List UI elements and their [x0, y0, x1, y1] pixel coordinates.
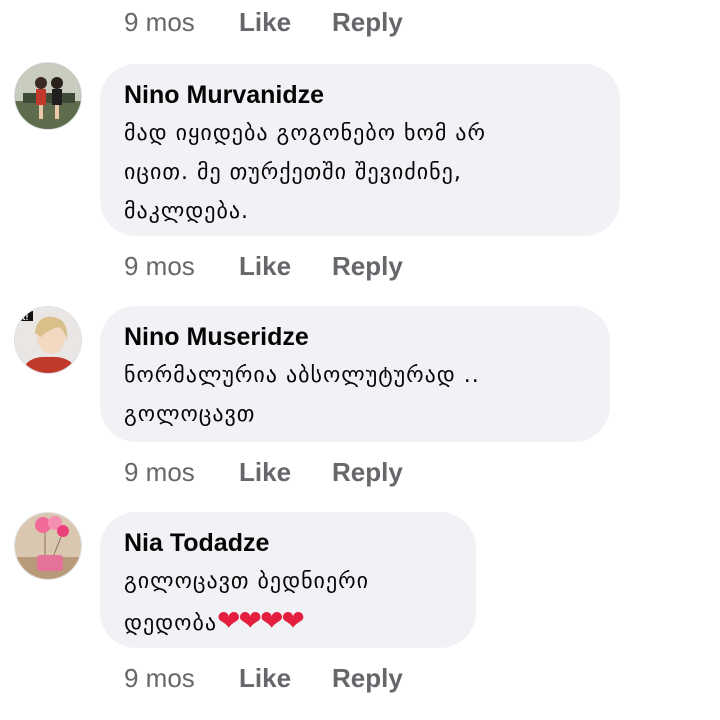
avatar[interactable]	[14, 62, 82, 130]
comment-bubble: Nia Todadze გილოცავთ ბედნიერი დედობა❤❤❤❤	[100, 512, 476, 648]
svg-text:K!: K!	[19, 312, 29, 322]
comment-bubble: Nino Museridze ნორმალურია აბსოლუტურად ..…	[100, 306, 610, 442]
reply-button[interactable]: Reply	[332, 663, 403, 694]
timestamp: 9 mos	[124, 6, 195, 37]
comment-author[interactable]: Nino Murvanidze	[124, 80, 596, 110]
avatar-photo-icon	[15, 63, 81, 129]
reply-button[interactable]: Reply	[332, 7, 403, 38]
comment-actions: 9 mos Like Reply	[124, 658, 403, 698]
timestamp: 9 mos	[124, 456, 195, 487]
comment-actions: 9 mos Like Reply	[124, 452, 403, 492]
avatar-photo-icon	[15, 513, 81, 579]
comment-actions: 9 mos Like Reply	[124, 246, 403, 286]
reply-button[interactable]: Reply	[332, 457, 403, 488]
comment-bubble: Nino Murvanidze მად იყიდება გოგონებო ხომ…	[100, 64, 620, 236]
avatar[interactable]	[14, 512, 82, 580]
comment-text: მად იყიდება გოგონებო ხომ არ იცით. მე თურ…	[124, 121, 486, 224]
like-button[interactable]: Like	[239, 251, 332, 282]
heart-emoji-icon: ❤❤❤❤	[217, 604, 305, 637]
avatar[interactable]: K!	[14, 306, 82, 374]
comment-text: გილოცავთ ბედნიერი დედობა❤❤❤❤	[124, 562, 452, 643]
avatar-photo-icon: K!	[15, 307, 81, 373]
like-button[interactable]: Like	[239, 457, 332, 488]
timestamp: 9 mos	[124, 250, 195, 281]
comment-author[interactable]: Nia Todadze	[124, 528, 452, 558]
reply-button[interactable]: Reply	[332, 251, 403, 282]
timestamp: 9 mos	[124, 662, 195, 693]
like-button[interactable]: Like	[239, 7, 332, 38]
like-button[interactable]: Like	[239, 663, 332, 694]
comment-text: ნორმალურია აბსოლუტურად .. გოლოცავთ	[124, 363, 480, 427]
comment-actions: 9 mos Like Reply	[124, 2, 403, 42]
comment-author[interactable]: Nino Museridze	[124, 322, 586, 352]
